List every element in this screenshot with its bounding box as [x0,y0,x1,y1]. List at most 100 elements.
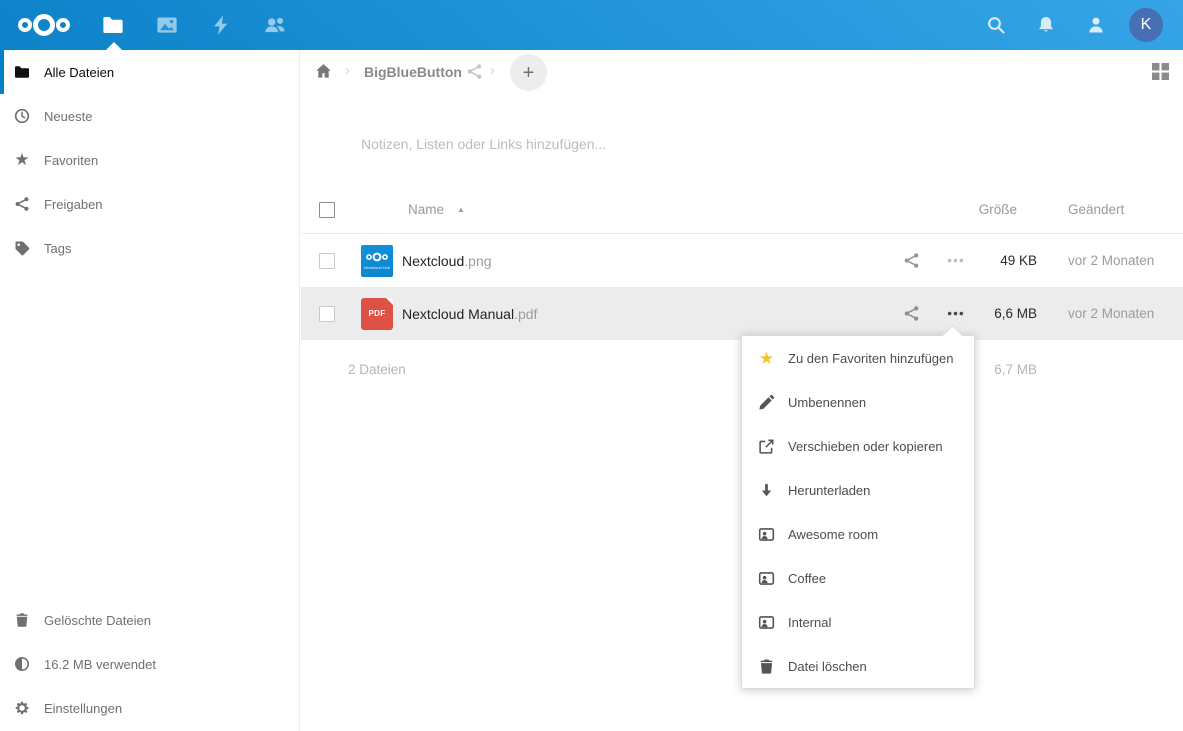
menu-item-label: Verschieben oder kopieren [788,439,943,454]
row-share-button[interactable] [889,305,933,322]
clock-icon [14,108,30,124]
contacts-app-icon[interactable] [264,14,286,36]
sidebar-item-label: Tags [44,241,71,256]
room-icon [758,526,775,543]
row-share-button[interactable] [889,252,933,269]
sort-ascending-icon: ▲ [457,205,465,214]
file-actions-menu: ★ Zu den Favoriten hinzufügen Umbenennen… [741,335,975,689]
sidebar-item-label: Alle Dateien [44,65,114,80]
file-extension: .pdf [514,306,537,322]
menu-item-rename[interactable]: Umbenennen [742,380,974,424]
file-modified: vor 2 Monaten [1068,306,1183,321]
menu-item-room-awesome-room[interactable]: Awesome room [742,512,974,556]
menu-item-download[interactable]: Herunterladen [742,468,974,512]
file-name: Nextcloud [402,253,464,269]
column-name-label: Name [408,202,444,217]
files-sidebar: Alle Dateien Neueste ★ Favoriten Freig [0,50,300,731]
user-avatar[interactable]: K [1129,8,1163,42]
folder-notes-input[interactable]: Notizen, Listen oder Links hinzufügen... [361,136,1061,152]
download-icon [758,482,775,499]
file-count: 2 Dateien [348,362,406,377]
row-actions-menu-button[interactable] [933,252,977,269]
files-app-icon[interactable] [102,14,124,36]
avatar-initial: K [1141,16,1152,34]
sidebar-item-label: Einstellungen [44,701,122,716]
sidebar-item-quota[interactable]: 16.2 MB verwendet [0,642,299,686]
file-row-nextcloud-manual-pdf[interactable]: PDF Nextcloud Manual.pdf 6,6 MB vor 2 Mo… [301,287,1183,340]
breadcrumb-separator: › [345,62,350,79]
breadcrumb-separator: › [490,62,495,79]
menu-item-room-coffee[interactable]: Coffee [742,556,974,600]
activity-app-icon[interactable] [210,14,232,36]
new-file-button[interactable]: + [510,54,547,91]
home-icon[interactable] [315,63,332,80]
pencil-icon [758,394,775,411]
menu-item-add-to-favorites[interactable]: ★ Zu den Favoriten hinzufügen [742,336,974,380]
sidebar-item-label: Neueste [44,109,92,124]
pdf-badge: PDF [369,309,386,318]
sidebar-item-deleted-files[interactable]: Gelöschte Dateien [0,598,299,642]
room-icon [758,614,775,631]
menu-item-label: Coffee [788,571,826,586]
column-size-label[interactable]: Größe [977,202,1037,217]
total-size: 6,7 MB [994,362,1037,377]
notifications-bell-icon[interactable] [1036,15,1056,35]
file-name-cell[interactable]: Nextcloud Hub Nextcloud.png [335,245,889,277]
pdf-thumbnail: PDF [361,298,393,330]
breadcrumb: › BigBlueButton › + [301,50,1183,96]
sort-by-name-header[interactable]: Name ▲ [335,202,889,217]
star-icon: ★ [14,152,30,168]
row-checkbox[interactable] [319,253,335,269]
top-bar: K [0,0,1183,50]
photos-app-icon[interactable] [156,14,178,36]
trash-icon [758,658,775,675]
sidebar-item-favorites[interactable]: ★ Favoriten [0,138,299,182]
quota-icon [14,656,30,672]
menu-item-label: Herunterladen [788,483,870,498]
plus-icon: + [523,63,535,83]
menu-item-label: Internal [788,615,831,630]
sidebar-item-label: Gelöschte Dateien [44,613,151,628]
thumbnail-label: Nextcloud Hub [364,265,390,270]
breadcrumb-folder[interactable]: BigBlueButton [364,64,462,80]
sidebar-item-recent[interactable]: Neueste [0,94,299,138]
gear-icon [14,700,30,716]
sidebar-item-label: Favoriten [44,153,98,168]
sidebar-item-all-files[interactable]: Alle Dateien [0,50,299,94]
tag-icon [14,240,30,256]
room-icon [758,570,775,587]
menu-item-label: Datei löschen [788,659,867,674]
file-size: 6,6 MB [977,306,1037,321]
active-app-caret [106,42,122,50]
file-list-header: Name ▲ Größe Geändert [301,186,1183,234]
folder-icon [14,64,30,80]
file-name: Nextcloud Manual [402,306,514,322]
image-thumbnail: Nextcloud Hub [361,245,393,277]
sidebar-item-settings[interactable]: Einstellungen [0,686,299,730]
move-copy-icon [758,438,775,455]
grid-view-toggle-icon[interactable] [1152,63,1169,80]
nextcloud-files-app: K Alle Dateien Neueste ★ Favoriten [0,0,1183,731]
row-checkbox[interactable] [319,306,335,322]
sidebar-item-shares[interactable]: Freigaben [0,182,299,226]
sidebar-item-label: Freigaben [44,197,103,212]
row-actions-menu-button[interactable] [933,305,977,322]
file-size: 49 KB [977,253,1037,268]
contacts-menu-icon[interactable] [1086,15,1106,35]
nextcloud-logo[interactable] [16,8,72,42]
file-name-cell[interactable]: PDF Nextcloud Manual.pdf [335,298,889,330]
menu-item-move-or-copy[interactable]: Verschieben oder kopieren [742,424,974,468]
sidebar-item-tags[interactable]: Tags [0,226,299,270]
file-row-nextcloud-png[interactable]: Nextcloud Hub Nextcloud.png 49 KB vor 2 … [301,234,1183,287]
star-icon: ★ [758,350,775,367]
menu-item-label: Zu den Favoriten hinzufügen [788,351,954,366]
menu-item-room-internal[interactable]: Internal [742,600,974,644]
file-extension: .png [464,253,491,269]
file-list: Name ▲ Größe Geändert [301,186,1183,340]
column-modified-label[interactable]: Geändert [1068,202,1183,217]
search-icon[interactable] [986,15,1006,35]
menu-item-delete-file[interactable]: Datei löschen [742,644,974,688]
share-icon[interactable] [466,63,483,80]
sidebar-footer: Gelöschte Dateien 16.2 MB verwendet E [0,598,299,730]
select-all-checkbox[interactable] [319,202,335,218]
